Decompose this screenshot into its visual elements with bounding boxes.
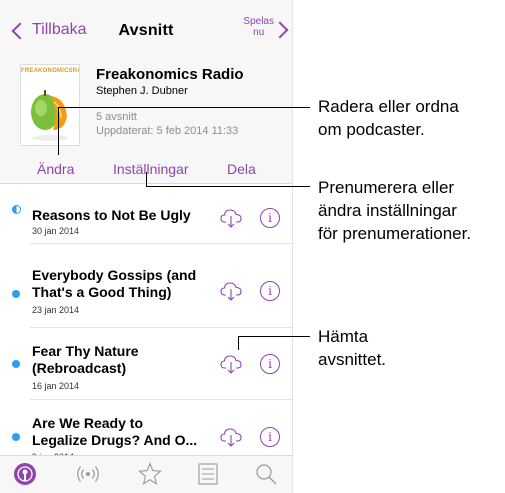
episode-title-line2: Legalize Drugs? And O... [32,432,198,448]
settings-button[interactable]: Inställningar [113,161,189,177]
download-callout-leader-vertical [238,336,239,350]
navigation-bar: Tillbaka Avsnitt Spelas nu [0,0,292,48]
episode-date: 30 jan 2014 [32,226,80,236]
settings-callout-line2: ändra inställningar [318,201,457,220]
info-icon[interactable]: i [260,281,280,301]
star-icon[interactable] [138,462,162,486]
partly-played-dot-icon [12,205,21,214]
share-button[interactable]: Dela [227,161,256,177]
cloud-download-icon[interactable] [220,208,242,228]
info-icon[interactable]: i [260,354,280,374]
edit-callout-leader-vertical [58,107,59,155]
search-icon[interactable] [254,462,278,486]
episode-row[interactable]: Reasons to Not Be Ugly 30 jan 2014 i [0,184,292,244]
phone-screen: Tillbaka Avsnitt Spelas nu FREAKONOMICSR… [0,0,293,493]
now-playing-label-line2: nu [253,27,265,38]
updated-date: Uppdaterat: 5 feb 2014 11:33 [96,125,239,137]
podcast-author: Stephen J. Dubner [96,85,188,97]
podcast-title: Freakonomics Radio [96,66,244,83]
episode-title-line1: Are We Ready to [32,415,143,431]
cloud-download-icon[interactable] [220,354,242,374]
episode-title: Reasons to Not Be Ugly [32,207,191,223]
edit-callout-line1: Radera eller ordna [318,97,459,116]
episode-title-line1: Fear Thy Nature [32,343,139,359]
episode-row[interactable]: Are We Ready to Legalize Drugs? And O...… [0,400,292,462]
edit-callout: Radera eller ordna om podcaster. [318,95,459,141]
download-callout-line2: avsnittet. [318,350,387,369]
podcast-artwork: FREAKONOMICSRADIO [20,64,80,146]
episode-title-line2: That's a Good Thing) [32,284,172,300]
settings-callout-line3: för prenumerationer. [318,224,472,243]
now-playing-label-line1: Spelas [243,16,274,27]
unplayed-dot-icon [12,433,20,441]
cloud-download-icon[interactable] [220,281,242,301]
pear-orange-artwork [31,90,68,141]
info-icon[interactable]: i [260,208,280,228]
episode-title-line2: (Rebroadcast) [32,360,127,376]
list-icon[interactable] [196,462,220,486]
episode-count: 5 avsnitt [96,111,137,123]
podcasts-icon[interactable] [13,462,37,486]
edit-button[interactable]: Ändra [37,161,74,177]
settings-callout: Prenumerera eller ändra inställningar fö… [318,176,471,245]
episode-date: 23 jan 2014 [32,305,80,315]
settings-callout-line1: Prenumerera eller [318,178,455,197]
download-callout: Hämta avsnittet. [318,325,386,371]
info-icon[interactable]: i [260,427,280,447]
unplayed-dot-icon [12,360,20,368]
episode-row[interactable]: Fear Thy Nature (Rebroadcast) 16 jan 201… [0,328,292,400]
episode-title-line1: Everybody Gossips (and [32,267,197,283]
radio-icon[interactable] [76,462,100,486]
download-callout-leader [238,336,310,337]
edit-callout-line2: om podcaster. [318,120,425,139]
tab-bar [0,455,292,493]
now-playing-button[interactable]: Spelas nu [243,16,274,38]
settings-callout-leader [146,186,310,187]
cloud-download-icon[interactable] [220,427,242,447]
edit-callout-leader [58,107,310,108]
episode-date: 16 jan 2014 [32,381,80,391]
settings-callout-leader-vertical [146,172,147,186]
unplayed-dot-icon [12,290,20,298]
episode-row[interactable]: Everybody Gossips (and That's a Good Thi… [0,244,292,328]
podcast-header: FREAKONOMICSRADIO Freakonomics Radio Ste… [0,48,292,183]
download-callout-line1: Hämta [318,327,369,346]
